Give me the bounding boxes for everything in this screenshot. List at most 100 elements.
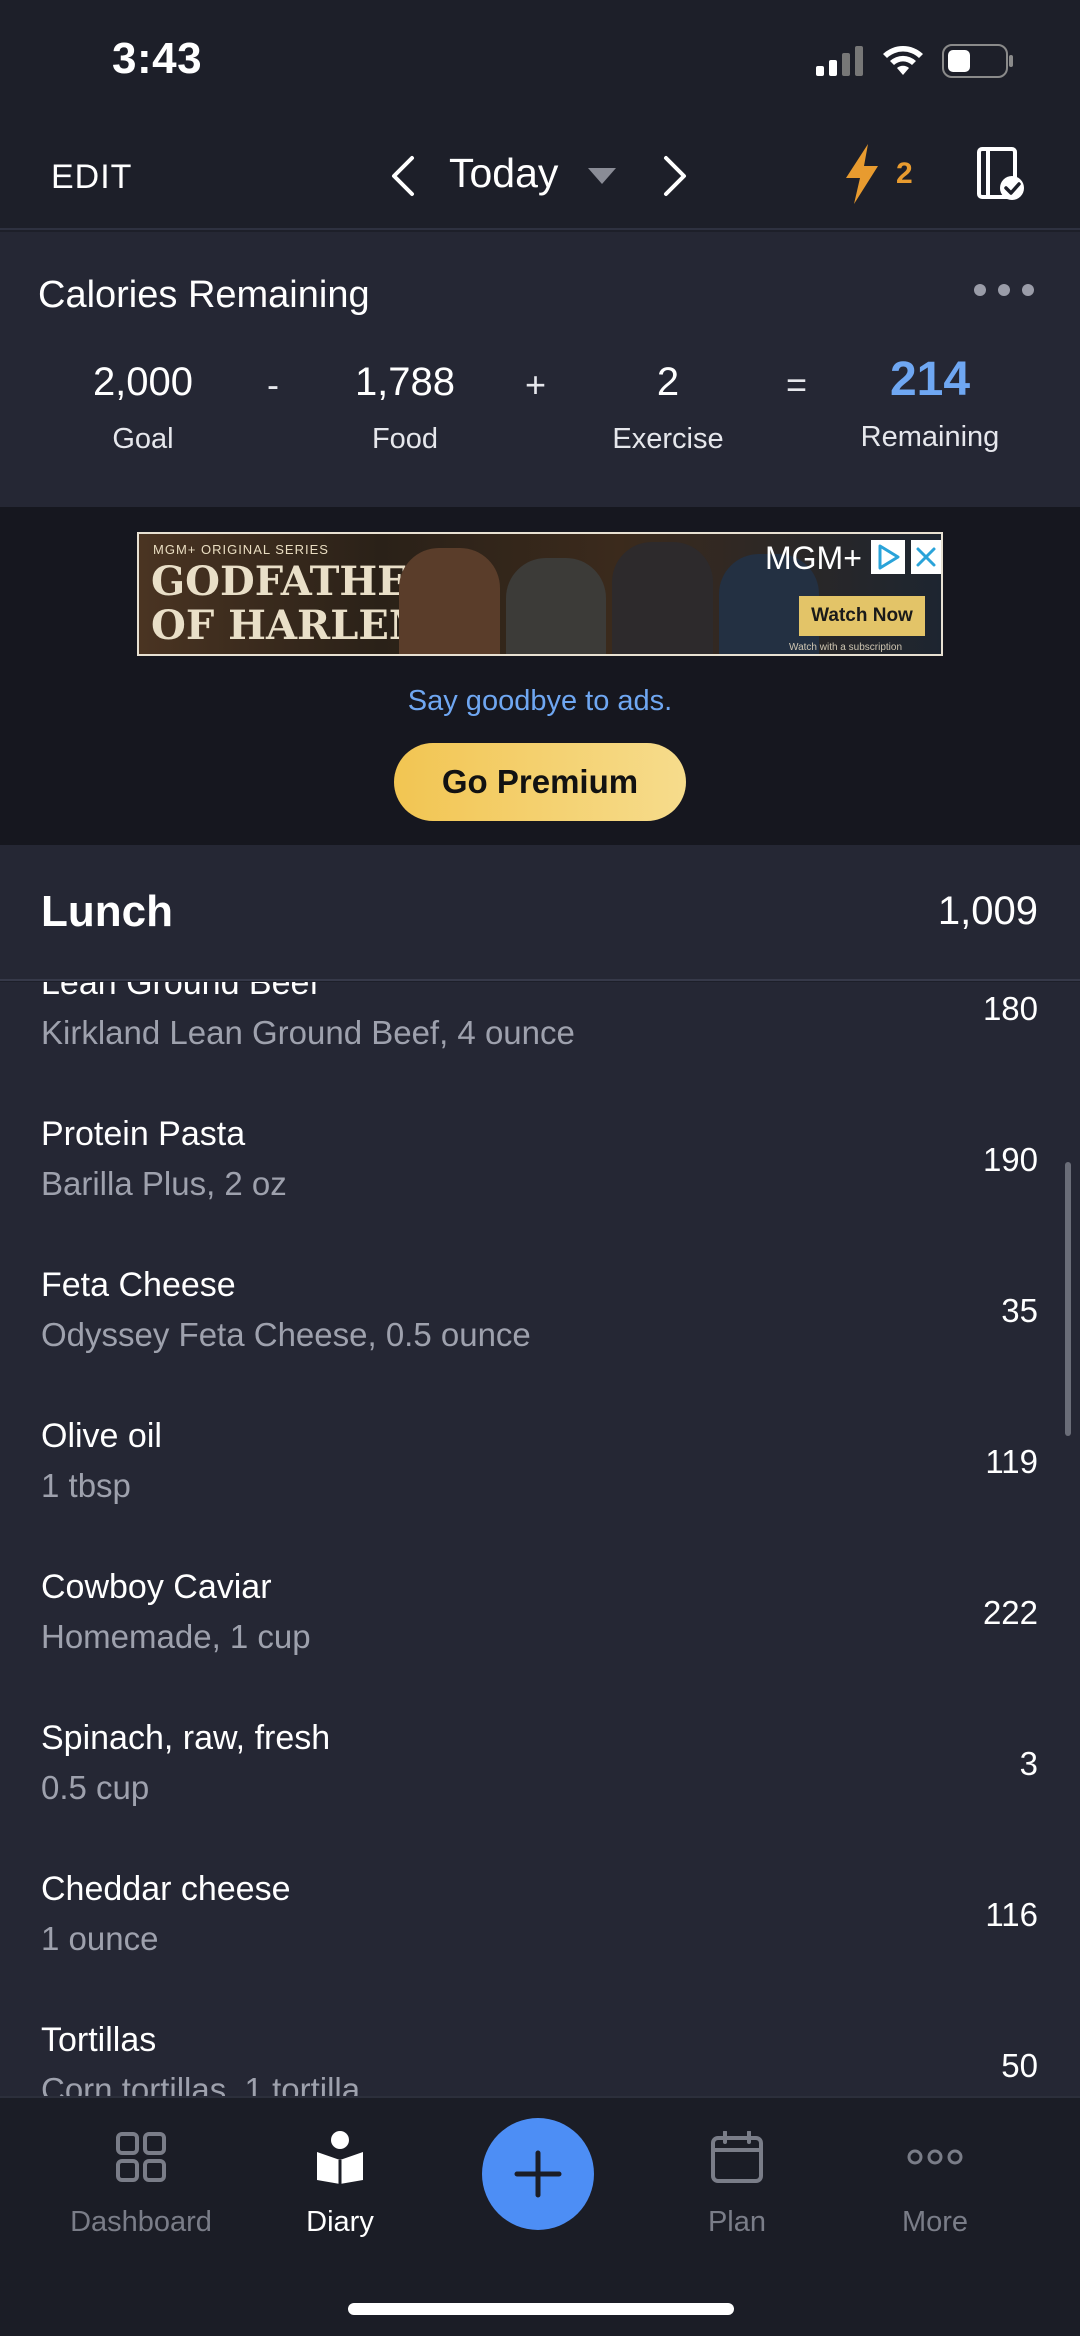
date-label[interactable]: Today <box>449 150 558 197</box>
food-calories: 119 <box>985 1443 1038 1480</box>
minus-sign: - <box>267 364 279 405</box>
tab-more[interactable]: More <box>835 2126 1035 2239</box>
food-name: Spinach, raw, fresh <box>41 1719 331 1757</box>
wifi-icon <box>883 46 923 75</box>
plus-sign: + <box>525 364 547 405</box>
food-label: Food <box>371 423 439 455</box>
adchoices-icon[interactable] <box>871 540 905 574</box>
add-entry-button[interactable] <box>482 2118 594 2230</box>
food-calories: 222 <box>982 1594 1038 1631</box>
watch-now-button[interactable]: Watch Now <box>799 596 925 636</box>
streak-badge[interactable]: 2 <box>842 144 913 204</box>
ad-image <box>399 534 819 654</box>
lunch-section-header: Lunch 1,009 <box>0 845 1080 981</box>
ad-title-line1: GODFATHER <box>151 558 441 605</box>
remaining-column: 214 Remaining <box>848 352 1012 454</box>
status-bar: 3:43 <box>0 0 1080 120</box>
food-calories: 116 <box>985 1896 1038 1933</box>
signal-icon <box>816 46 863 76</box>
food-description: Homemade, 1 cup <box>41 1618 311 1655</box>
ad-banner[interactable]: MGM+ ORIGINAL SERIES GODFATHER OF HARLEM… <box>137 532 943 656</box>
food-calories: 35 <box>1001 1292 1038 1329</box>
list-item[interactable]: Spinach, raw, fresh 0.5 cup 3 <box>0 1699 1080 1850</box>
food-description: Kirkland Lean Ground Beef, 4 ounce <box>41 1014 575 1051</box>
lunch-total-calories: 1,009 <box>937 889 1038 933</box>
food-name: Tortillas <box>41 2021 157 2059</box>
tab-dashboard[interactable]: Dashboard <box>41 2126 241 2239</box>
list-item[interactable]: Cheddar cheese 1 ounce 116 <box>0 1850 1080 2001</box>
diary-complete-icon[interactable] <box>976 146 1026 202</box>
food-list[interactable]: Lean Ground Beef Kirkland Lean Ground Be… <box>0 982 1080 2096</box>
list-item[interactable]: Protein Pasta Barilla Plus, 2 oz 190 <box>0 1095 1080 1246</box>
food-name: Cheddar cheese <box>41 1870 291 1908</box>
dashboard-icon <box>116 2132 166 2182</box>
bottom-tab-bar: Dashboard Diary Plan More <box>0 2096 1080 2336</box>
ad-area: MGM+ ORIGINAL SERIES GODFATHER OF HARLEM… <box>0 507 1080 845</box>
list-item[interactable]: Cowboy Caviar Homemade, 1 cup 222 <box>0 1548 1080 1699</box>
food-description: Barilla Plus, 2 oz <box>41 1165 287 1202</box>
ad-subscription-note: Watch with a subscription <box>789 642 903 653</box>
lunch-title: Lunch <box>41 887 173 936</box>
goal-column: 2,000 Goal <box>68 360 218 456</box>
food-description: Corn tortillas, 1 tortilla <box>41 2071 361 2096</box>
battery-icon <box>942 44 1013 78</box>
food-name: Cowboy Caviar <box>41 1568 272 1606</box>
chevron-right-icon[interactable] <box>660 154 690 198</box>
lightning-icon <box>846 144 878 204</box>
tab-plan-label: Plan <box>707 2206 767 2238</box>
food-description: Odyssey Feta Cheese, 0.5 ounce <box>41 1316 531 1353</box>
ad-title: GODFATHER OF HARLEM <box>151 560 441 648</box>
list-item[interactable]: Olive oil 1 tbsp 119 <box>0 1397 1080 1548</box>
go-premium-button[interactable]: Go Premium <box>394 743 686 821</box>
food-description: 0.5 cup <box>41 1769 150 1806</box>
tab-diary-label: Diary <box>306 2206 374 2238</box>
remove-ads-link[interactable]: Say goodbye to ads. <box>0 685 1080 718</box>
remaining-value: 214 <box>889 353 971 406</box>
close-icon[interactable] <box>911 540 941 574</box>
food-description: 1 ounce <box>41 1920 159 1957</box>
status-time: 3:43 <box>112 34 203 83</box>
status-icons <box>816 42 1014 80</box>
food-calories: 180 <box>982 990 1038 1027</box>
food-column: 1,788 Food <box>330 360 480 456</box>
food-calories: 3 <box>1019 1745 1038 1782</box>
ad-brand: MGM+ <box>765 540 862 576</box>
list-item[interactable]: Feta Cheese Odyssey Feta Cheese, 0.5 oun… <box>0 1246 1080 1397</box>
tab-plan[interactable]: Plan <box>637 2126 837 2239</box>
more-icon <box>907 2149 963 2165</box>
caret-down-icon[interactable] <box>588 168 616 184</box>
food-name: Feta Cheese <box>41 1266 236 1304</box>
plus-icon <box>514 2150 562 2198</box>
calendar-icon <box>711 2131 763 2183</box>
list-item[interactable]: Lean Ground Beef Kirkland Lean Ground Be… <box>0 982 1080 1095</box>
calories-title: Calories Remaining <box>38 274 370 316</box>
goal-label: Goal <box>112 423 174 455</box>
ad-title-line2: OF HARLEM <box>151 602 434 649</box>
food-description: 1 tbsp <box>41 1467 131 1504</box>
ad-series-text: MGM+ ORIGINAL SERIES <box>153 542 329 557</box>
exercise-column: 2 Exercise <box>593 360 743 456</box>
more-options-icon[interactable] <box>974 284 1034 296</box>
edit-button[interactable]: EDIT <box>51 158 132 197</box>
streak-count: 2 <box>896 157 913 190</box>
food-calories: 50 <box>1001 2047 1038 2084</box>
food-name: Olive oil <box>41 1417 162 1455</box>
food-calories: 190 <box>982 1141 1038 1178</box>
goal-value: 2,000 <box>92 360 194 404</box>
chevron-left-icon[interactable] <box>388 154 418 198</box>
remaining-label: Remaining <box>860 421 1000 453</box>
food-value: 1,788 <box>354 360 456 404</box>
top-nav: EDIT Today 2 <box>0 120 1080 230</box>
list-item[interactable]: Tortillas Corn tortillas, 1 tortilla 50 <box>0 2001 1080 2096</box>
tab-more-label: More <box>901 2206 969 2238</box>
exercise-label: Exercise <box>612 423 724 455</box>
food-name: Protein Pasta <box>41 1115 246 1153</box>
equals-sign: = <box>786 364 808 405</box>
home-indicator[interactable] <box>348 2303 734 2315</box>
tab-diary[interactable]: Diary <box>240 2126 440 2239</box>
tab-dashboard-label: Dashboard <box>70 2206 212 2238</box>
food-name: Lean Ground Beef <box>41 982 319 1002</box>
scrollbar[interactable] <box>1065 1162 1071 1436</box>
diary-book-icon <box>317 2131 363 2184</box>
exercise-value: 2 <box>656 360 680 404</box>
